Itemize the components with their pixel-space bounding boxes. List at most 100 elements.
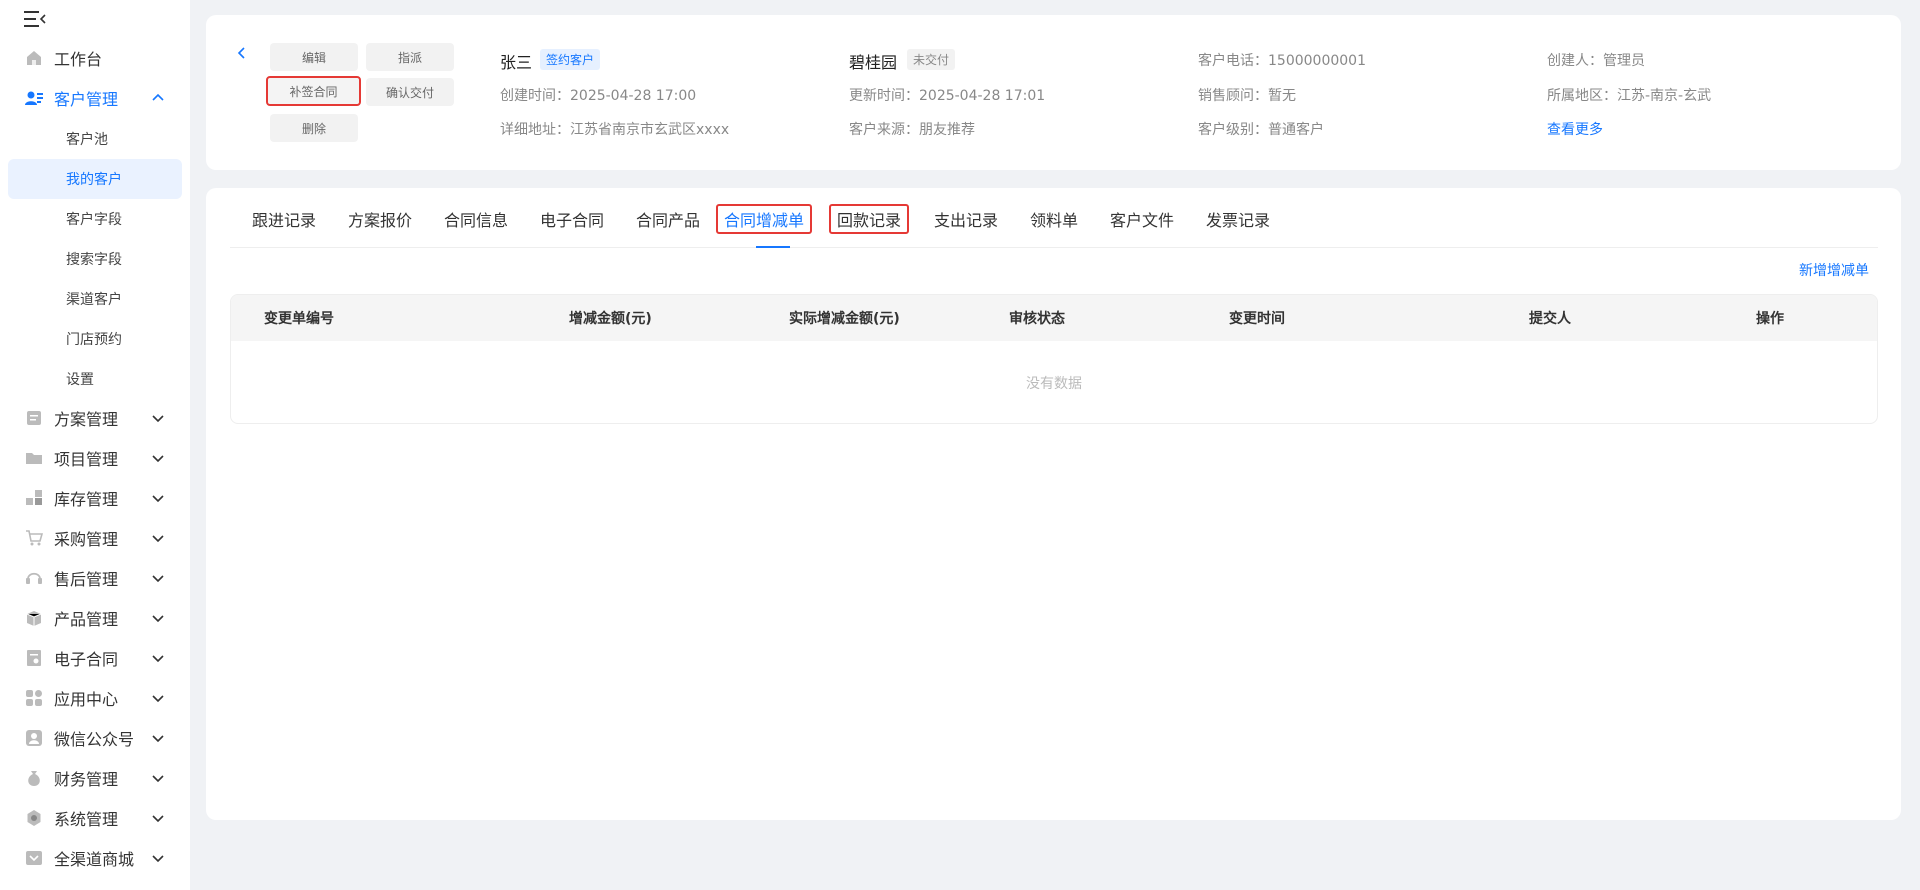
tab-plan-quote[interactable]: 方案报价 [348,204,412,234]
empty-state: 没有数据 [1026,376,1082,392]
nav-label: 客户管理 [54,90,119,109]
nav-label: 库存管理 [54,490,119,509]
cart-icon [26,530,43,546]
delivery-status-badge: 未交付 [907,49,956,70]
chevron-down-icon [152,575,164,583]
wechat-icon [26,730,42,746]
supplement-contract-button[interactable]: 补签合同 [266,76,361,106]
mall-icon [26,851,42,865]
chevron-down-icon [152,855,164,863]
nav-label: 售后管理 [54,570,119,589]
updated-time: 更新时间：2025-04-28 17:01 [849,88,1046,104]
tab-e-contract[interactable]: 电子合同 [540,204,604,234]
chevron-down-icon [152,455,164,463]
plan-icon [27,411,41,425]
add-change-order-link[interactable]: 新增增减单 [1799,260,1869,280]
column-header: 增减金额(元) [569,311,652,327]
home-icon [27,51,41,65]
nav-item-project-management[interactable]: 项目管理 [0,438,190,478]
nav-item-plan-management[interactable]: 方案管理 [0,398,190,438]
tab-follow-up-records[interactable]: 跟进记录 [252,204,316,234]
nav-label: 电子合同 [54,650,119,669]
customer-source: 客户来源：朋友推荐 [849,122,975,138]
tab-contract-info[interactable]: 合同信息 [444,204,508,234]
chevron-down-icon [152,815,164,823]
chevron-down-icon [152,495,164,503]
customer-name: 张三 [500,53,533,72]
sub-item-search-fields[interactable]: 搜索字段 [8,239,182,279]
nav-item-customer-management[interactable]: 客户管理 [0,78,190,118]
sub-item-customer-pool[interactable]: 客户池 [8,119,182,159]
nav-item-purchase-management[interactable]: 采购管理 [0,518,190,558]
inventory-icon [26,490,42,505]
sub-item-customer-fields[interactable]: 客户字段 [8,199,182,239]
box-icon [26,611,42,626]
contract-icon [27,650,41,666]
customer-status-badge: 签约客户 [540,49,601,70]
nav-label: 系统管理 [54,810,119,829]
menu-collapse-icon[interactable] [24,10,46,28]
nav-label: 项目管理 [54,450,119,469]
apps-icon [26,690,42,706]
nav-label: 应用中心 [54,690,119,709]
nav-label: 工作台 [54,50,103,69]
sales-consultant: 销售顾问：暂无 [1198,88,1296,104]
tab-invoice-records[interactable]: 发票记录 [1206,204,1270,234]
tab-material-requisition[interactable]: 领料单 [1030,204,1078,234]
column-header: 变更时间 [1229,311,1285,327]
created-time: 创建时间：2025-04-28 17:00 [500,88,697,104]
nav-item-wechat-official[interactable]: 微信公众号 [0,718,190,758]
headset-icon [26,572,42,584]
customer-header-card: 编辑 指派 补签合同 确认交付 删除 张三 签约客户 创建时间：2025-04-… [206,15,1901,170]
chevron-down-icon [152,535,164,543]
chevron-down-icon [152,415,164,423]
column-header: 变更单编号 [264,311,334,327]
nav-item-e-contract[interactable]: 电子合同 [0,638,190,678]
sub-item-store-appointment[interactable]: 门店预约 [8,319,182,359]
folder-icon [26,453,42,464]
chevron-left-icon[interactable] [234,45,248,61]
tab-payment-records[interactable]: 回款记录 [829,204,910,234]
sub-item-my-customers[interactable]: 我的客户 [8,159,182,199]
sub-item-channel-customers[interactable]: 渠道客户 [8,279,182,319]
nav-label: 全渠道商城 [54,850,135,869]
delete-button[interactable]: 删除 [270,114,358,142]
confirm-delivery-button[interactable]: 确认交付 [366,78,454,106]
nav-item-workbench[interactable]: 工作台 [0,38,190,78]
detail-address: 详细地址：江苏省南京市玄武区xxxx [500,122,730,138]
sub-item-settings[interactable]: 设置 [8,359,182,399]
column-header: 审核状态 [1009,311,1065,327]
chevron-down-icon [152,735,164,743]
nav-label: 方案管理 [54,410,119,429]
tab-contract-change-orders[interactable]: 合同增减单 [716,204,813,234]
table-header: 变更单编号 增减金额(元) 实际增减金额(元) 审核状态 变更时间 提交人 操作 [231,295,1877,341]
active-tab-indicator [756,246,790,248]
project-name: 碧桂园 [849,53,898,72]
nav-item-finance-management[interactable]: 财务管理 [0,758,190,798]
tab-contract-products[interactable]: 合同产品 [636,204,700,234]
chevron-down-icon [152,655,164,663]
nav-item-system-management[interactable]: 系统管理 [0,798,190,838]
assign-button[interactable]: 指派 [366,43,454,71]
nav-item-product-management[interactable]: 产品管理 [0,598,190,638]
nav-item-app-center[interactable]: 应用中心 [0,678,190,718]
nav-item-inventory-management[interactable]: 库存管理 [0,478,190,518]
nav-item-omnichannel-mall[interactable]: 全渠道商城 [0,838,190,878]
nav-item-aftersales-management[interactable]: 售后管理 [0,558,190,598]
chevron-down-icon [152,695,164,703]
edit-button[interactable]: 编辑 [270,43,358,71]
money-bag-icon [28,771,40,786]
tab-bar: 跟进记录 方案报价 合同信息 电子合同 合同产品 合同增减单 回款记录 支出记录… [230,188,1878,248]
nav-label: 微信公众号 [54,730,135,749]
detail-main-card: 跟进记录 方案报价 合同信息 电子合同 合同产品 合同增减单 回款记录 支出记录… [206,188,1901,820]
customer-phone: 客户电话：15000000001 [1198,53,1366,69]
customer-icon [25,91,43,105]
chevron-up-icon [152,93,164,101]
settings-icon [27,810,41,826]
tab-customer-files[interactable]: 客户文件 [1110,204,1174,234]
tab-expense-records[interactable]: 支出记录 [934,204,998,234]
sidebar: 工作台 客户管理 客户池 我的客户 客户字段 搜索字段 渠道客户 门店预约 设置… [0,0,190,890]
customer-level: 客户级别：普通客户 [1198,122,1324,138]
chevron-down-icon [152,775,164,783]
view-more-link[interactable]: 查看更多 [1547,119,1603,139]
